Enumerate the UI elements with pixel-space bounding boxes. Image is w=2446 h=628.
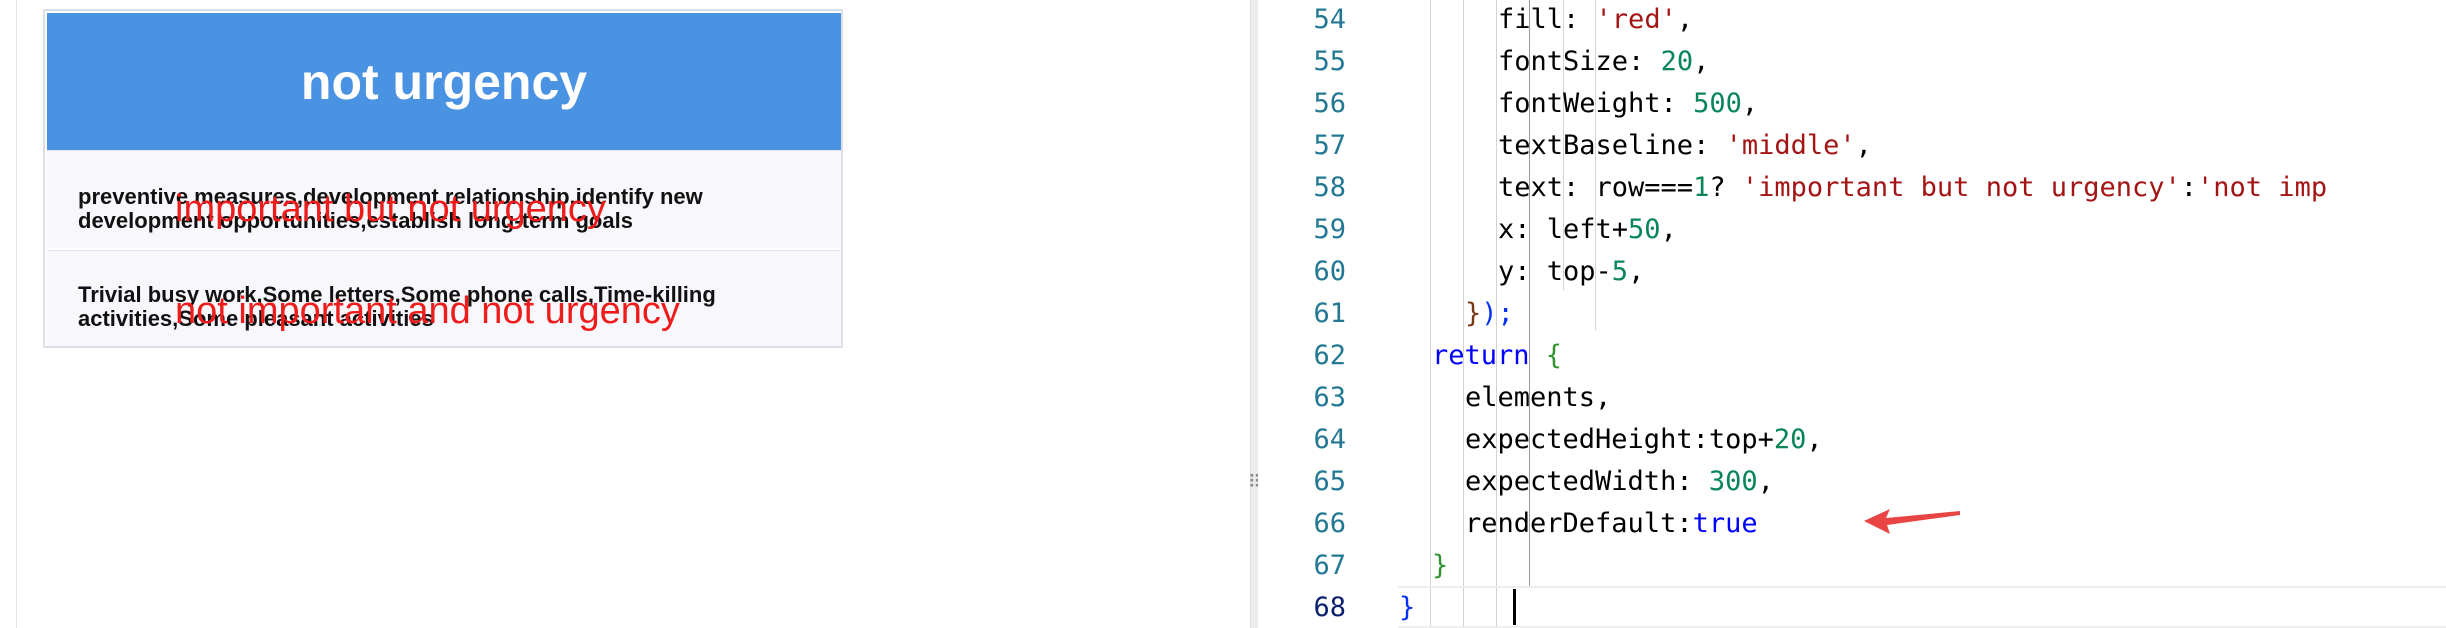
code-line[interactable]: 63 elements, — [1258, 377, 2446, 419]
code-text: } — [1432, 545, 1448, 587]
arrow-shape — [1864, 509, 1960, 534]
code-token: textBaseline: — [1498, 130, 1726, 161]
table-row[interactable]: Trivial busy work,Some letters,Some phon… — [47, 250, 841, 346]
code-token: text: row=== — [1498, 172, 1694, 203]
code-token: 300 — [1708, 466, 1758, 497]
code-token: , — [1741, 88, 1759, 119]
line-number: 62 — [1313, 340, 1346, 371]
line-number: 61 — [1313, 298, 1346, 329]
line-number: 60 — [1313, 256, 1346, 287]
code-text: y: top-5, — [1498, 251, 1644, 293]
code-token: } — [1432, 550, 1449, 581]
code-line[interactable]: 56 fontWeight: 500, — [1258, 83, 2446, 125]
code-line[interactable]: 55 fontSize: 20, — [1258, 41, 2446, 83]
line-number: 67 — [1313, 550, 1346, 581]
annotation-arrow-icon — [1864, 509, 1960, 534]
code-token: , — [1676, 4, 1694, 35]
text-cursor — [1513, 589, 1516, 625]
code-token: 20 — [1660, 46, 1694, 77]
code-token: } — [1399, 592, 1416, 623]
code-token: expectedHeight:top+ — [1465, 424, 1774, 455]
code-token: , — [1855, 130, 1872, 161]
code-token: y: top- — [1498, 256, 1612, 287]
code-line[interactable]: 62 return { — [1258, 335, 2446, 377]
code-token: , — [1660, 214, 1677, 245]
pane-splitter[interactable] — [1250, 0, 1258, 628]
table-header: not urgency — [47, 13, 841, 150]
line-number: 58 — [1313, 172, 1346, 203]
code-token: return — [1432, 340, 1546, 371]
line-number: 68 — [1313, 592, 1346, 623]
code-token: 5 — [1611, 256, 1629, 287]
code-token: 'red' — [1595, 4, 1677, 35]
line-number: 57 — [1313, 130, 1346, 161]
code-text: textBaseline: 'middle', — [1498, 125, 1872, 167]
code-token: x: left+ — [1498, 214, 1629, 245]
overlay-label: not important and not urgency — [175, 290, 680, 332]
line-number: 63 — [1313, 382, 1346, 413]
code-token: fill: — [1498, 4, 1596, 35]
code-line[interactable]: 66 renderDefault:true — [1258, 503, 2446, 545]
code-token: 'middle' — [1725, 130, 1856, 161]
code-token: 'not imp — [2197, 172, 2328, 203]
code-token: elements, — [1465, 382, 1612, 413]
code-token: 50 — [1628, 214, 1661, 245]
code-token: 1 — [1693, 172, 1710, 203]
code-line[interactable]: 65 expectedWidth: 300, — [1258, 461, 2446, 503]
pane-border — [16, 0, 17, 628]
line-number: 55 — [1313, 46, 1346, 77]
code-text: x: left+50, — [1498, 209, 1677, 251]
code-line[interactable]: 67} — [1258, 545, 2446, 587]
code-line[interactable]: 68} — [1258, 587, 2446, 628]
code-text: fontWeight: 500, — [1498, 83, 1758, 125]
code-token: { — [1545, 340, 1563, 371]
code-text: fill: 'red', — [1498, 0, 1693, 41]
code-token: , — [1628, 256, 1645, 287]
line-number: 59 — [1313, 214, 1346, 245]
code-token: true — [1692, 508, 1758, 539]
code-token: , — [1806, 424, 1823, 455]
code-text: return { — [1432, 335, 1562, 377]
code-text: }); — [1465, 293, 1514, 335]
code-line[interactable]: 61}); — [1258, 293, 2446, 335]
line-number: 56 — [1313, 88, 1346, 119]
overlay-label: important but not urgency — [175, 188, 606, 230]
code-text: renderDefault:true — [1465, 503, 1758, 545]
code-token: ? — [1709, 172, 1742, 203]
preview-pane: not urgency preventive measures,developm… — [0, 0, 1250, 628]
code-text: fontSize: 20, — [1498, 41, 1709, 83]
code-token: renderDefault: — [1465, 508, 1693, 539]
code-token: , — [1757, 466, 1774, 497]
code-token: : — [2180, 172, 2198, 203]
table-row[interactable]: preventive measures,development relation… — [47, 150, 841, 248]
line-number: 54 — [1313, 4, 1346, 35]
line-number: 64 — [1313, 424, 1346, 455]
code-token: expectedWidth: — [1465, 466, 1709, 497]
code-token: } — [1465, 298, 1482, 329]
code-token: 'important but not urgency' — [1741, 172, 2181, 203]
line-number: 65 — [1313, 466, 1346, 497]
code-line[interactable]: 57 textBaseline: 'middle', — [1258, 125, 2446, 167]
code-text: expectedWidth: 300, — [1465, 461, 1774, 503]
code-line[interactable]: 64 expectedHeight:top+20, — [1258, 419, 2446, 461]
code-line[interactable]: 60 y: top-5, — [1258, 251, 2446, 293]
code-line[interactable]: 54 fill: 'red', — [1258, 0, 2446, 41]
code-token: , — [1693, 46, 1710, 77]
code-text: } — [1399, 587, 1415, 628]
code-token: 20 — [1773, 424, 1807, 455]
code-text: expectedHeight:top+20, — [1465, 419, 1823, 461]
code-token: fontSize: — [1498, 46, 1661, 77]
code-line[interactable]: 58 text: row===1? 'important but not urge… — [1258, 167, 2446, 209]
code-text: elements, — [1465, 377, 1611, 419]
code-editor[interactable]: 54 fill: 'red', 55 fontSize: 20, 56 fontWeigh… — [1258, 0, 2446, 628]
code-text: text: row===1? 'important but not urgenc… — [1498, 167, 2327, 209]
code-token: 500 — [1693, 88, 1742, 119]
matrix-table: not urgency preventive measures,developm… — [43, 9, 843, 348]
code-line[interactable]: 59 x: left+50, — [1258, 209, 2446, 251]
line-number: 66 — [1313, 508, 1346, 539]
code-token: ); — [1481, 298, 1514, 329]
code-token: fontWeight: — [1498, 88, 1694, 119]
